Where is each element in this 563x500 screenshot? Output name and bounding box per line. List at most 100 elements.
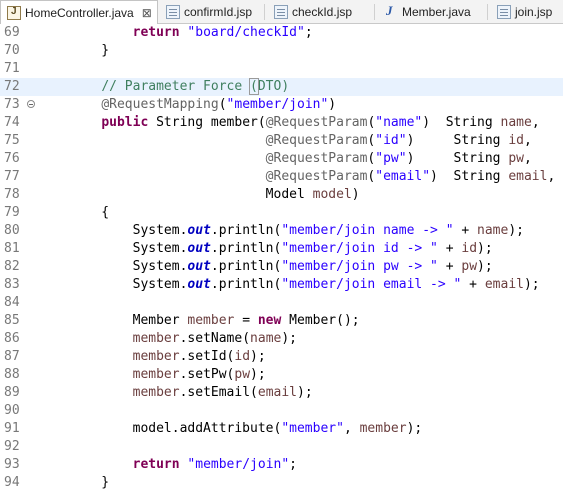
- line-number: 75: [4, 133, 20, 148]
- line-number: 70: [4, 43, 20, 58]
- code-token: ;: [289, 457, 297, 472]
- code-token: pw: [461, 259, 478, 274]
- code-token: +: [461, 277, 485, 292]
- code-token: =: [234, 313, 258, 328]
- line-number: 87: [4, 349, 20, 364]
- line-number: 79: [4, 205, 20, 220]
- code-token: (: [218, 97, 227, 112]
- code-token: name: [500, 115, 532, 130]
- fold-toggle-icon[interactable]: [27, 100, 35, 108]
- code-line[interactable]: 93 return "member/join";: [0, 456, 563, 474]
- tab-label: join.jsp: [515, 4, 553, 19]
- tab-label: HomeController.java: [25, 5, 134, 20]
- code-line[interactable]: 92: [0, 438, 563, 456]
- code-token: member: [132, 331, 180, 346]
- code-token: );: [250, 349, 266, 364]
- code-line[interactable]: 88 member.setPw(pw);: [0, 366, 563, 384]
- code-token: +: [453, 223, 478, 238]
- tab-home-controller[interactable]: HomeController.java ⊠: [0, 0, 158, 24]
- code-text: @RequestParam("id") String id,: [70, 132, 532, 150]
- code-token: .setName(: [179, 331, 251, 346]
- jsp-file-icon: [274, 4, 288, 19]
- code-line[interactable]: 86 member.setName(name);: [0, 330, 563, 348]
- tab-join-jsp[interactable]: join.jsp: [497, 0, 552, 23]
- code-line[interactable]: 91 model.addAttribute("member", member);: [0, 420, 563, 438]
- code-line[interactable]: 77 @RequestParam("email") String email,: [0, 168, 563, 186]
- code-line[interactable]: 87 member.setId(id);: [0, 348, 563, 366]
- code-token: member: [132, 367, 180, 382]
- code-token: ) String: [406, 151, 509, 166]
- code-line[interactable]: 69 return "board/checkId";: [0, 24, 563, 42]
- code-line[interactable]: 79 {: [0, 204, 563, 222]
- line-number: 91: [4, 421, 20, 436]
- code-line[interactable]: 72 // Parameter Force (DTO): [0, 78, 563, 96]
- code-line[interactable]: 74 public String member(@RequestParam("n…: [0, 114, 563, 132]
- code-token: ): [351, 187, 360, 202]
- line-number: 72: [4, 79, 20, 94]
- code-token: @RequestParam: [265, 115, 368, 130]
- code-token: String member(: [148, 115, 266, 130]
- code-token: return: [132, 25, 180, 40]
- code-token: .setEmail(: [179, 385, 258, 400]
- code-token: "pw": [375, 151, 407, 166]
- code-token: @RequestParam: [265, 133, 368, 148]
- code-line[interactable]: 71: [0, 60, 563, 78]
- tab-member-java[interactable]: Member.java: [384, 0, 471, 23]
- code-line[interactable]: 85 Member member = new Member();: [0, 312, 563, 330]
- code-editor[interactable]: 69 return "board/checkId"; 70 } 71 72 // Pa…: [0, 24, 563, 500]
- code-line[interactable]: 84: [0, 294, 563, 312]
- code-token: ): [328, 97, 337, 112]
- code-line[interactable]: 81 System.out.println("member/join id ->…: [0, 240, 563, 258]
- code-line[interactable]: 80 System.out.println("member/join name …: [0, 222, 563, 240]
- code-line[interactable]: 89 member.setEmail(email);: [0, 384, 563, 402]
- code-line[interactable]: 73 @RequestMapping("member/join"): [0, 96, 563, 114]
- code-text: System.out.println("member/join name -> …: [70, 222, 524, 240]
- code-token: ;: [304, 25, 313, 40]
- code-token: id: [234, 349, 251, 364]
- jsp-file-icon: [166, 4, 180, 19]
- tab-checkid-jsp[interactable]: checkId.jsp: [274, 0, 352, 23]
- code-token: name: [250, 331, 282, 346]
- line-number: 88: [4, 367, 20, 382]
- code-token: "member": [281, 421, 344, 436]
- code-line[interactable]: 83 System.out.println("member/join email…: [0, 276, 563, 294]
- code-token: DTO): [257, 79, 290, 94]
- code-text: return "board/checkId";: [70, 24, 313, 42]
- code-line[interactable]: 70 }: [0, 42, 563, 60]
- tab-separator: [487, 4, 488, 20]
- code-line[interactable]: 82 System.out.println("member/join pw ->…: [0, 258, 563, 276]
- code-line[interactable]: 76 @RequestParam("pw") String pw,: [0, 150, 563, 168]
- code-token: ,: [547, 169, 556, 184]
- code-token: .setPw(: [179, 367, 235, 382]
- code-token: out: [187, 241, 211, 256]
- code-token: );: [250, 367, 266, 382]
- code-line[interactable]: 78 Model model): [0, 186, 563, 204]
- code-token: email: [484, 277, 524, 292]
- code-token: ,: [523, 151, 532, 166]
- close-tab-icon[interactable]: ⊠: [142, 6, 152, 20]
- code-text: {: [70, 204, 109, 222]
- code-token: // Parameter Force: [101, 79, 251, 94]
- code-text: return "member/join";: [70, 456, 297, 474]
- tab-separator: [374, 4, 375, 20]
- code-token: +: [437, 259, 462, 274]
- code-line[interactable]: 94 }: [0, 474, 563, 492]
- tab-confirmid-jsp[interactable]: confirmId.jsp: [166, 0, 252, 23]
- code-token: name: [477, 223, 509, 238]
- line-number: 76: [4, 151, 20, 166]
- code-token: );: [477, 241, 493, 256]
- code-token: "board/checkId": [187, 25, 305, 40]
- tab-separator: [264, 4, 265, 20]
- line-number: 69: [4, 25, 20, 40]
- code-line[interactable]: 90: [0, 402, 563, 420]
- code-token: ,: [523, 133, 532, 148]
- code-token: "member/join email -> ": [281, 277, 462, 292]
- code-line[interactable]: 75 @RequestParam("id") String id,: [0, 132, 563, 150]
- code-token: .println(: [210, 259, 282, 274]
- line-number: 81: [4, 241, 20, 256]
